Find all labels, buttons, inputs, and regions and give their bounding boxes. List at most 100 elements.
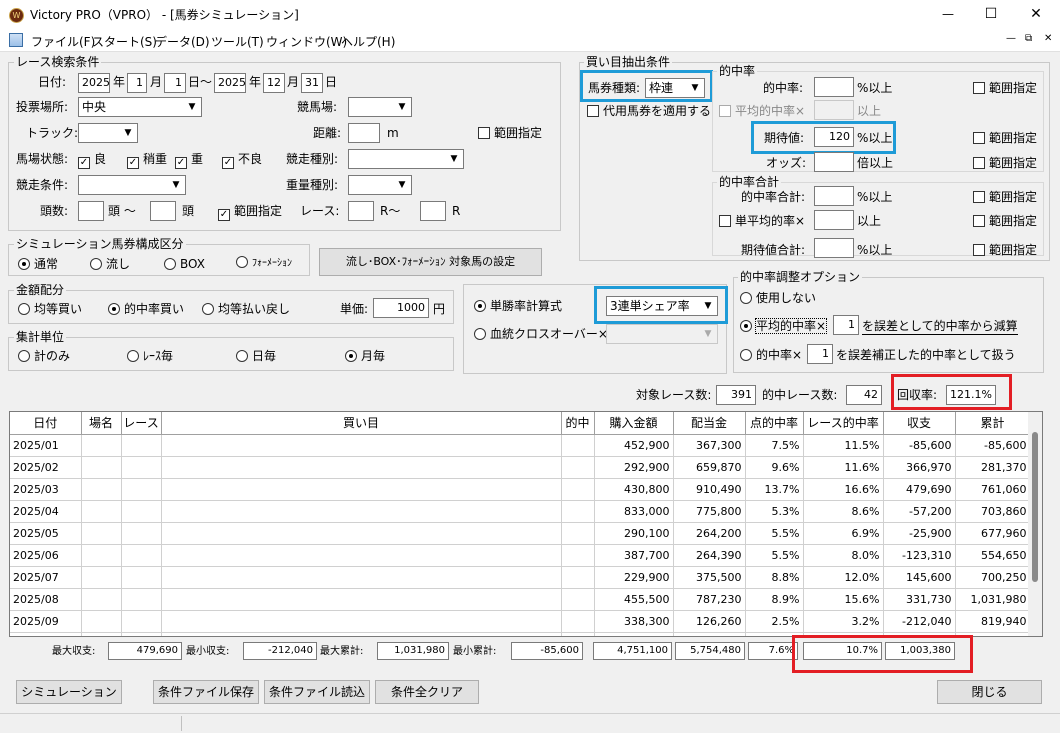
- money-hitrate-radio[interactable]: 的中率買い: [108, 301, 184, 317]
- menu-window[interactable]: ウィンドウ(W): [266, 33, 347, 50]
- heads-range-checkbox[interactable]: ✓ 範囲指定: [218, 203, 282, 221]
- odds-range-checkbox[interactable]: 範囲指定: [973, 155, 1037, 171]
- distance-range-checkbox[interactable]: 範囲指定: [478, 125, 542, 141]
- avg-hit-rate-checkbox[interactable]: 平均的中率×: [719, 103, 805, 119]
- maximize-button[interactable]: ☐: [977, 6, 1005, 22]
- avg-hit-rate-input[interactable]: [814, 100, 854, 120]
- race-from-input[interactable]: [348, 201, 374, 221]
- column-header[interactable]: レース: [121, 412, 162, 435]
- column-header[interactable]: 買い目: [161, 412, 562, 435]
- adj-none-radio[interactable]: 使用しない: [740, 290, 816, 306]
- column-header[interactable]: 購入金額: [594, 412, 674, 435]
- proxy-ticket-checkbox[interactable]: 代用馬券を適用する: [587, 103, 711, 119]
- save-conditions-button[interactable]: 条件ファイル保存: [153, 680, 259, 704]
- race-to-input[interactable]: [420, 201, 446, 221]
- race-type-select[interactable]: ▼: [348, 149, 464, 169]
- distance-input[interactable]: [348, 123, 380, 143]
- table-row[interactable]: 2025/03 430,800 910,490 13.7% 16.6% 479,690 76…: [10, 478, 1031, 501]
- menu-tool[interactable]: ツール(T): [211, 33, 264, 50]
- menu-help[interactable]: ヘルプ(H): [341, 33, 395, 50]
- hit-total-input[interactable]: [814, 186, 854, 206]
- track-name-select[interactable]: ▼: [348, 97, 412, 117]
- table-row[interactable]: 2025/04 833,000 775,800 5.3% 8.6% -57,200 703,…: [10, 500, 1031, 523]
- cond-bad-checkbox[interactable]: ✓ 不良: [222, 151, 262, 169]
- year-to-input[interactable]: 2025: [214, 73, 246, 93]
- agg-month-radio[interactable]: 月毎: [345, 348, 385, 364]
- month-to-input[interactable]: 12: [263, 73, 285, 93]
- table-row[interactable]: 2025/01 452,900 367,300 7.5% 11.5% -85,600 -85…: [10, 434, 1031, 457]
- table-row[interactable]: 2025/07 229,900 375,500 8.8% 12.0% 145,600 700…: [10, 566, 1031, 589]
- hit-rate-input[interactable]: [814, 77, 854, 97]
- close-button[interactable]: 閉じる: [937, 680, 1042, 704]
- sim-normal-radio[interactable]: 通常: [18, 256, 58, 272]
- year-from-input[interactable]: 2025: [78, 73, 110, 93]
- venue-select[interactable]: 中央 ▼: [78, 97, 202, 117]
- hit-total-range-checkbox[interactable]: 範囲指定: [973, 189, 1037, 205]
- column-header[interactable]: 場名: [81, 412, 122, 435]
- money-equal-radio[interactable]: 均等買い: [18, 301, 82, 317]
- mdi-restore-button[interactable]: ⧉: [1025, 33, 1032, 44]
- single-avg-range-checkbox[interactable]: 範囲指定: [973, 213, 1037, 229]
- sim-formation-radio[interactable]: ﾌｫｰﾒｰｼｮﾝ: [236, 256, 292, 272]
- race-cond-select[interactable]: ▼: [78, 175, 186, 195]
- agg-total-radio[interactable]: 計のみ: [18, 348, 70, 364]
- menu-file[interactable]: ファイル(F): [31, 33, 95, 50]
- odds-input[interactable]: [814, 152, 854, 172]
- cond-good-checkbox[interactable]: ✓ 良: [78, 151, 106, 169]
- ev-total-range-checkbox[interactable]: 範囲指定: [973, 242, 1037, 258]
- weight-type-select[interactable]: ▼: [348, 175, 412, 195]
- table-row[interactable]: 2025/05 290,100 264,200 5.5% 6.9% -25,900 677,…: [10, 522, 1031, 545]
- column-header[interactable]: レース的中率: [803, 412, 884, 435]
- single-avg-checkbox[interactable]: 単平均的率×: [719, 213, 805, 229]
- bloodline-select[interactable]: ▼: [606, 324, 718, 344]
- minimize-button[interactable]: —: [933, 6, 963, 22]
- win-rate-radio[interactable]: 単勝率計算式: [474, 298, 562, 314]
- unit-price-input[interactable]: 1000: [373, 298, 429, 318]
- column-header[interactable]: 点的中率: [745, 412, 804, 435]
- adj-subtract-radio[interactable]: 平均的中率×: [740, 318, 828, 334]
- menu-data[interactable]: データ(D): [155, 33, 210, 50]
- load-conditions-button[interactable]: 条件ファイル読込: [264, 680, 370, 704]
- agg-race-radio[interactable]: ﾚｰｽ毎: [127, 348, 173, 364]
- mdi-minimize-button[interactable]: —: [1006, 33, 1016, 44]
- menu-start[interactable]: スタート(S): [92, 33, 157, 50]
- cond-slightly-heavy-checkbox[interactable]: ✓ 稍重: [127, 151, 167, 169]
- close-window-button[interactable]: ✕: [1022, 6, 1050, 22]
- ev-total-input[interactable]: [814, 238, 854, 258]
- day-from-input[interactable]: 1: [164, 73, 186, 93]
- money-equal-payout-radio[interactable]: 均等払い戻し: [202, 301, 290, 317]
- adj-subtract-input[interactable]: 1: [833, 315, 859, 335]
- column-header[interactable]: 配当金: [673, 412, 746, 435]
- cond-heavy-checkbox[interactable]: ✓ 重: [175, 151, 203, 169]
- track-select[interactable]: ▼: [78, 123, 138, 143]
- target-horse-settings-button[interactable]: 流し･BOX･ﾌｫｰﾒｰｼｮﾝ 対象馬の設定: [319, 248, 542, 276]
- column-header[interactable]: 収支: [883, 412, 956, 435]
- scrollbar-thumb[interactable]: [1032, 432, 1038, 582]
- table-row[interactable]: 2025/09 338,300 126,260 2.5% 3.2% -212,040 819…: [10, 610, 1031, 633]
- sim-box-radio[interactable]: BOX: [164, 256, 205, 272]
- agg-day-radio[interactable]: 日毎: [236, 348, 276, 364]
- column-header[interactable]: 累計: [955, 412, 1031, 435]
- table-row[interactable]: 2025/08 455,500 787,230 8.9% 15.6% 331,730 1,0…: [10, 588, 1031, 611]
- column-header[interactable]: 的中: [561, 412, 595, 435]
- table-cell: 659,870: [673, 456, 746, 479]
- day-to-input[interactable]: 31: [301, 73, 323, 93]
- adj-correct-input[interactable]: 1: [807, 344, 833, 364]
- simulate-button[interactable]: シミュレーション: [16, 680, 122, 704]
- sim-nagashi-radio[interactable]: 流し: [90, 256, 130, 272]
- adj-correct-radio[interactable]: 的中率×: [740, 347, 802, 363]
- hit-rate-range-checkbox[interactable]: 範囲指定: [973, 80, 1037, 96]
- results-grid[interactable]: 日付 場名 レース 買い目 的中 購入金額 配当金 点的中率 レース的中率 収支 累計 2025/0…: [9, 411, 1043, 637]
- heads-from-input[interactable]: [78, 201, 104, 221]
- mdi-close-button[interactable]: ✕: [1044, 33, 1052, 44]
- ev-range-checkbox[interactable]: 範囲指定: [973, 130, 1037, 146]
- table-row[interactable]: 2025/02 292,900 659,870 9.6% 11.6% 366,970 281…: [10, 456, 1031, 479]
- table-row[interactable]: 2025/06 387,700 264,390 5.5% 8.0% -123,310 554…: [10, 544, 1031, 567]
- vertical-scrollbar[interactable]: [1028, 412, 1042, 636]
- heads-to-input[interactable]: [150, 201, 176, 221]
- bloodline-radio[interactable]: 血統クロスオーバー×: [474, 326, 608, 342]
- clear-conditions-button[interactable]: 条件全クリア: [375, 680, 479, 704]
- single-avg-input[interactable]: [814, 210, 854, 230]
- column-header[interactable]: 日付: [10, 412, 82, 435]
- month-from-input[interactable]: 1: [127, 73, 147, 93]
